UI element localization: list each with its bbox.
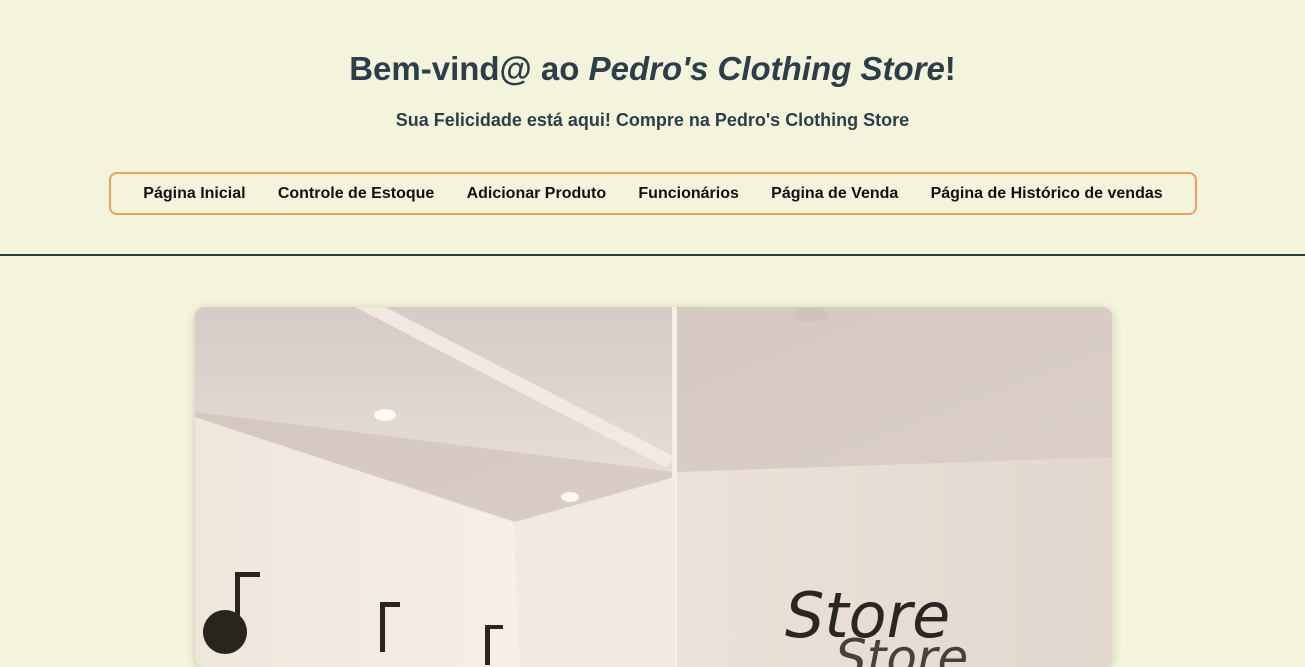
ceiling-light <box>374 409 396 421</box>
hero-image: Store Store <box>195 307 1112 667</box>
nav-item-pagina-inicial[interactable]: Página Inicial <box>143 185 245 203</box>
page-title: Bem-vind@ ao Pedro's Clothing Store! <box>0 48 1305 90</box>
nav-item-funcionarios[interactable]: Funcionários <box>638 185 738 203</box>
title-prefix: Bem-vind@ ao <box>349 50 589 87</box>
nav-item-adicionar-produto[interactable]: Adicionar Produto <box>467 185 607 203</box>
header-divider <box>0 254 1305 256</box>
page-subtitle: Sua Felicidade está aqui! Compre na Pedr… <box>395 110 910 130</box>
title-store-name: Pedro's Clothing Store <box>588 50 945 87</box>
nav-item-controle-estoque[interactable]: Controle de Estoque <box>278 185 434 203</box>
nav-item-historico-vendas[interactable]: Página de Histórico de vendas <box>931 185 1163 203</box>
page-header: Bem-vind@ ao Pedro's Clothing Store! Sua… <box>0 0 1305 256</box>
store-sign-text-lower: Store <box>835 629 968 667</box>
main-nav: Página Inicial Controle de Estoque Adici… <box>109 172 1197 215</box>
ceiling-light <box>561 492 579 502</box>
title-suffix: ! <box>944 50 956 87</box>
nav-item-pagina-venda[interactable]: Página de Venda <box>771 185 898 203</box>
store-interior-illustration: Store Store <box>195 307 1112 667</box>
